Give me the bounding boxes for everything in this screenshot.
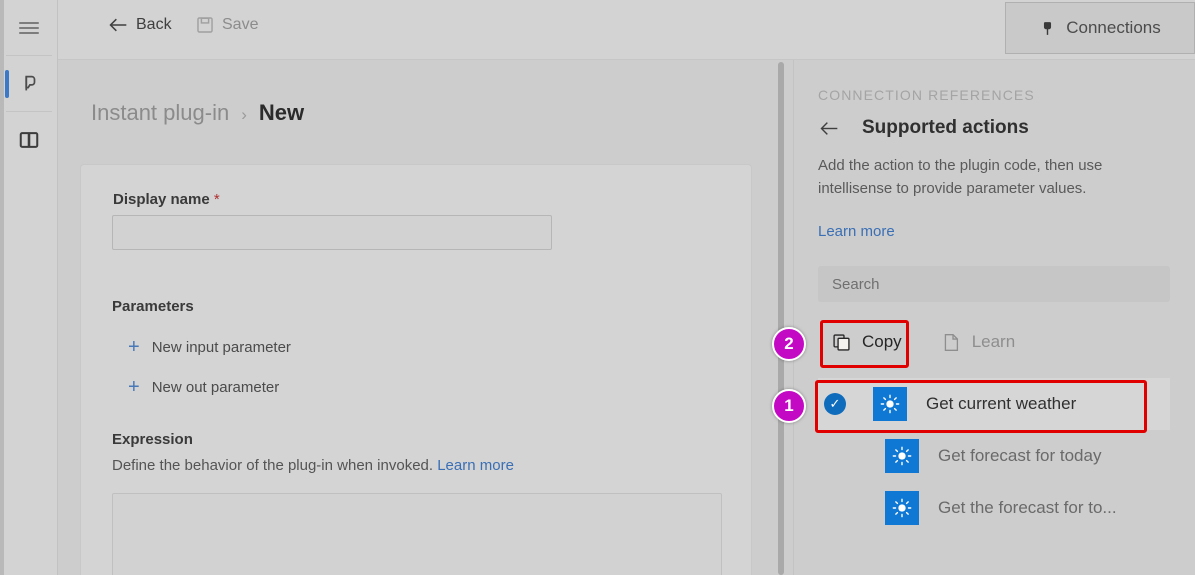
document-icon	[942, 333, 961, 352]
weather-sun-icon	[873, 387, 907, 421]
new-out-parameter-link[interactable]: + New out parameter	[128, 377, 279, 397]
panel-learn-more-link[interactable]: Learn more	[818, 223, 895, 240]
new-out-parameter-label: New out parameter	[151, 378, 280, 396]
connections-button-label: Connections	[1066, 18, 1161, 37]
action-row-get-current-weather[interactable]: ✓ Get current weather	[818, 378, 1170, 430]
display-name-input[interactable]	[112, 215, 552, 250]
display-name-label: Display name *	[113, 191, 220, 208]
action-row-get-forecast-today[interactable]: Get forecast for today	[818, 430, 1170, 482]
action-row-get-forecast-tomorrow[interactable]: Get the forecast for to...	[818, 482, 1170, 534]
search-input[interactable]: Search	[818, 266, 1170, 302]
panel-description: Add the action to the plugin code, then …	[818, 157, 1103, 197]
plugin-form-card: Display name * Parameters + New input pa…	[80, 164, 752, 575]
hamburger-icon-bar	[19, 27, 39, 29]
plug-icon	[1039, 20, 1056, 37]
action-label: Get the forecast for to...	[938, 498, 1117, 517]
step-badge-2: 2	[772, 327, 806, 361]
new-input-parameter-label: New input parameter	[151, 338, 291, 356]
expression-description: Define the behavior of the plug-in when …	[112, 457, 514, 474]
active-indicator	[5, 70, 9, 98]
breadcrumb-current: New	[258, 100, 305, 125]
back-button[interactable]: Back	[108, 16, 172, 34]
book-icon	[18, 129, 40, 151]
panel-title: Supported actions	[862, 117, 1029, 138]
breadcrumb-root[interactable]: Instant plug-in	[91, 100, 229, 126]
selected-check-icon: ✓	[824, 393, 846, 415]
hamburger-menu-button[interactable]	[0, 0, 58, 56]
action-toolbar: Copy Learn	[818, 323, 1029, 361]
copy-button-label: Copy	[862, 332, 902, 351]
weather-sun-icon	[885, 439, 919, 473]
copy-icon	[832, 333, 851, 352]
display-name-label-text: Display name	[113, 191, 210, 208]
hamburger-icon-bar	[19, 32, 39, 34]
breadcrumb-separator: ›	[241, 105, 247, 124]
plus-icon: +	[128, 376, 140, 398]
hamburger-icon-bar	[19, 22, 39, 24]
command-bar: Back Save Connections	[58, 0, 1195, 60]
save-button-label: Save	[222, 16, 259, 33]
action-label: Get forecast for today	[938, 446, 1102, 465]
connections-button[interactable]: Connections	[1005, 2, 1195, 54]
copy-button[interactable]: Copy	[818, 323, 916, 361]
new-input-parameter-link[interactable]: + New input parameter	[128, 337, 291, 357]
arrow-left-icon	[108, 17, 128, 33]
action-label: Get current weather	[926, 394, 1077, 413]
back-button-label: Back	[136, 16, 172, 33]
search-placeholder-text: Search	[832, 275, 880, 293]
app-window: Back Save Connections Instant plug-in › …	[0, 0, 1195, 575]
plus-icon: +	[128, 336, 140, 358]
panel-eyebrow-label: CONNECTION REFERENCES	[818, 87, 1035, 103]
save-disk-icon	[196, 16, 214, 34]
plug-icon	[18, 73, 40, 95]
supported-actions-list: ✓ Get current weather Get forecast for t…	[818, 378, 1170, 534]
sidebar-item-power-platform[interactable]	[0, 56, 58, 112]
learn-button[interactable]: Learn	[928, 323, 1029, 361]
weather-sun-icon	[885, 491, 919, 525]
main-content: Instant plug-in › New Display name * Par…	[58, 60, 780, 575]
breadcrumb: Instant plug-in › New	[91, 100, 304, 126]
panel-back-icon[interactable]	[818, 121, 840, 136]
panel-header: Supported actions	[818, 117, 1029, 139]
expression-learn-more-link[interactable]: Learn more	[437, 457, 514, 474]
main-vertical-scrollbar[interactable]	[778, 62, 784, 575]
parameters-heading: Parameters	[112, 298, 194, 315]
learn-button-label: Learn	[971, 332, 1016, 351]
supported-actions-panel: CONNECTION REFERENCES Supported actions …	[794, 60, 1195, 575]
sidebar-item-library[interactable]	[0, 112, 58, 168]
save-button[interactable]: Save	[196, 16, 258, 34]
expression-heading: Expression	[112, 431, 193, 448]
left-navigation-rail	[0, 0, 58, 575]
expression-description-text: Define the behavior of the plug-in when …	[112, 457, 434, 474]
expression-editor[interactable]	[112, 493, 722, 575]
required-marker: *	[213, 191, 220, 208]
step-badge-1: 1	[772, 389, 806, 423]
